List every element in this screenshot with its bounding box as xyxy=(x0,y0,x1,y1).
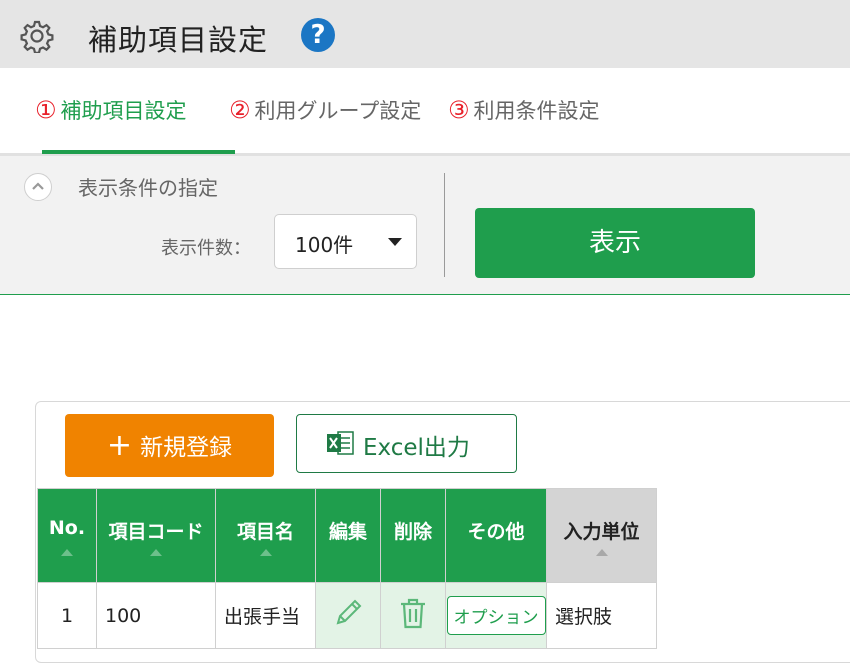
chevron-up-icon xyxy=(32,182,44,190)
caret-down-icon xyxy=(388,238,402,246)
tab-step-2[interactable]: ② 利用グループ設定 xyxy=(229,95,421,125)
column-header-code[interactable]: 項目コード xyxy=(96,488,216,583)
excel-icon xyxy=(327,431,354,455)
option-button[interactable]: オプション xyxy=(446,596,546,635)
count-select-value: 100件 xyxy=(295,233,354,257)
tab-step-3[interactable]: ③ 利用条件設定 xyxy=(448,95,600,125)
column-header-edit: 編集 xyxy=(315,488,381,583)
count-label: 表示件数： xyxy=(161,238,251,259)
column-header-delete: 削除 xyxy=(380,488,446,583)
title-bar: 補助項目設定 ? xyxy=(0,0,850,68)
table-header-row: No. 項目コード 項目名 編集 削除 その他 入力単位 xyxy=(37,488,657,583)
table-row: 1 100 出張手当 オプション 選択肢 xyxy=(37,582,657,649)
excel-export-button[interactable]: Excel出力 xyxy=(296,414,517,473)
filter-title: 表示条件の指定 xyxy=(78,176,218,200)
show-button[interactable]: 表示 xyxy=(475,208,755,278)
trash-icon[interactable] xyxy=(397,596,429,630)
active-tab-underline xyxy=(42,150,235,154)
gear-icon xyxy=(20,20,54,53)
divider xyxy=(444,173,445,277)
step-label: 利用グループ設定 xyxy=(254,99,422,123)
help-icon[interactable]: ? xyxy=(301,18,335,52)
new-register-label: 新規登録 xyxy=(140,435,233,461)
step-label: 利用条件設定 xyxy=(473,99,600,123)
pencil-icon[interactable] xyxy=(331,596,365,630)
step-tabs: ① 補助項目設定 ② 利用グループ設定 ③ 利用条件設定 xyxy=(0,68,850,156)
plus-icon: + xyxy=(106,428,133,463)
edit-cell[interactable] xyxy=(315,582,381,649)
step-number: ② xyxy=(229,96,251,124)
step-label: 補助項目設定 xyxy=(60,99,187,123)
count-select[interactable]: 100件 xyxy=(274,214,417,269)
other-cell: オプション xyxy=(445,582,547,649)
sort-icon xyxy=(150,549,162,556)
sort-icon xyxy=(595,549,608,556)
page-title: 補助項目設定 xyxy=(88,23,269,57)
column-header-name[interactable]: 項目名 xyxy=(215,488,316,583)
cell-code: 100 xyxy=(96,582,216,649)
sort-icon xyxy=(61,549,73,556)
delete-cell[interactable] xyxy=(380,582,446,649)
column-header-no[interactable]: No. xyxy=(37,488,97,583)
tab-step-1[interactable]: ① 補助項目設定 xyxy=(35,95,187,125)
new-register-button[interactable]: + 新規登録 xyxy=(65,414,274,477)
step-number: ① xyxy=(35,96,57,124)
step-number: ③ xyxy=(448,96,470,124)
filter-panel: 表示条件の指定 表示件数： 100件 表示 xyxy=(0,156,850,295)
cell-input-unit: 選択肢 xyxy=(546,582,657,649)
sort-icon xyxy=(259,549,272,556)
column-header-input-unit[interactable]: 入力単位 xyxy=(546,488,657,583)
cell-name: 出張手当 xyxy=(215,582,316,649)
column-header-other: その他 xyxy=(445,488,547,583)
cell-no: 1 xyxy=(37,582,97,649)
items-table: No. 項目コード 項目名 編集 削除 その他 入力単位 1 100 出張手当 xyxy=(37,488,657,649)
excel-export-label: Excel出力 xyxy=(363,435,470,461)
collapse-button[interactable] xyxy=(24,173,52,201)
